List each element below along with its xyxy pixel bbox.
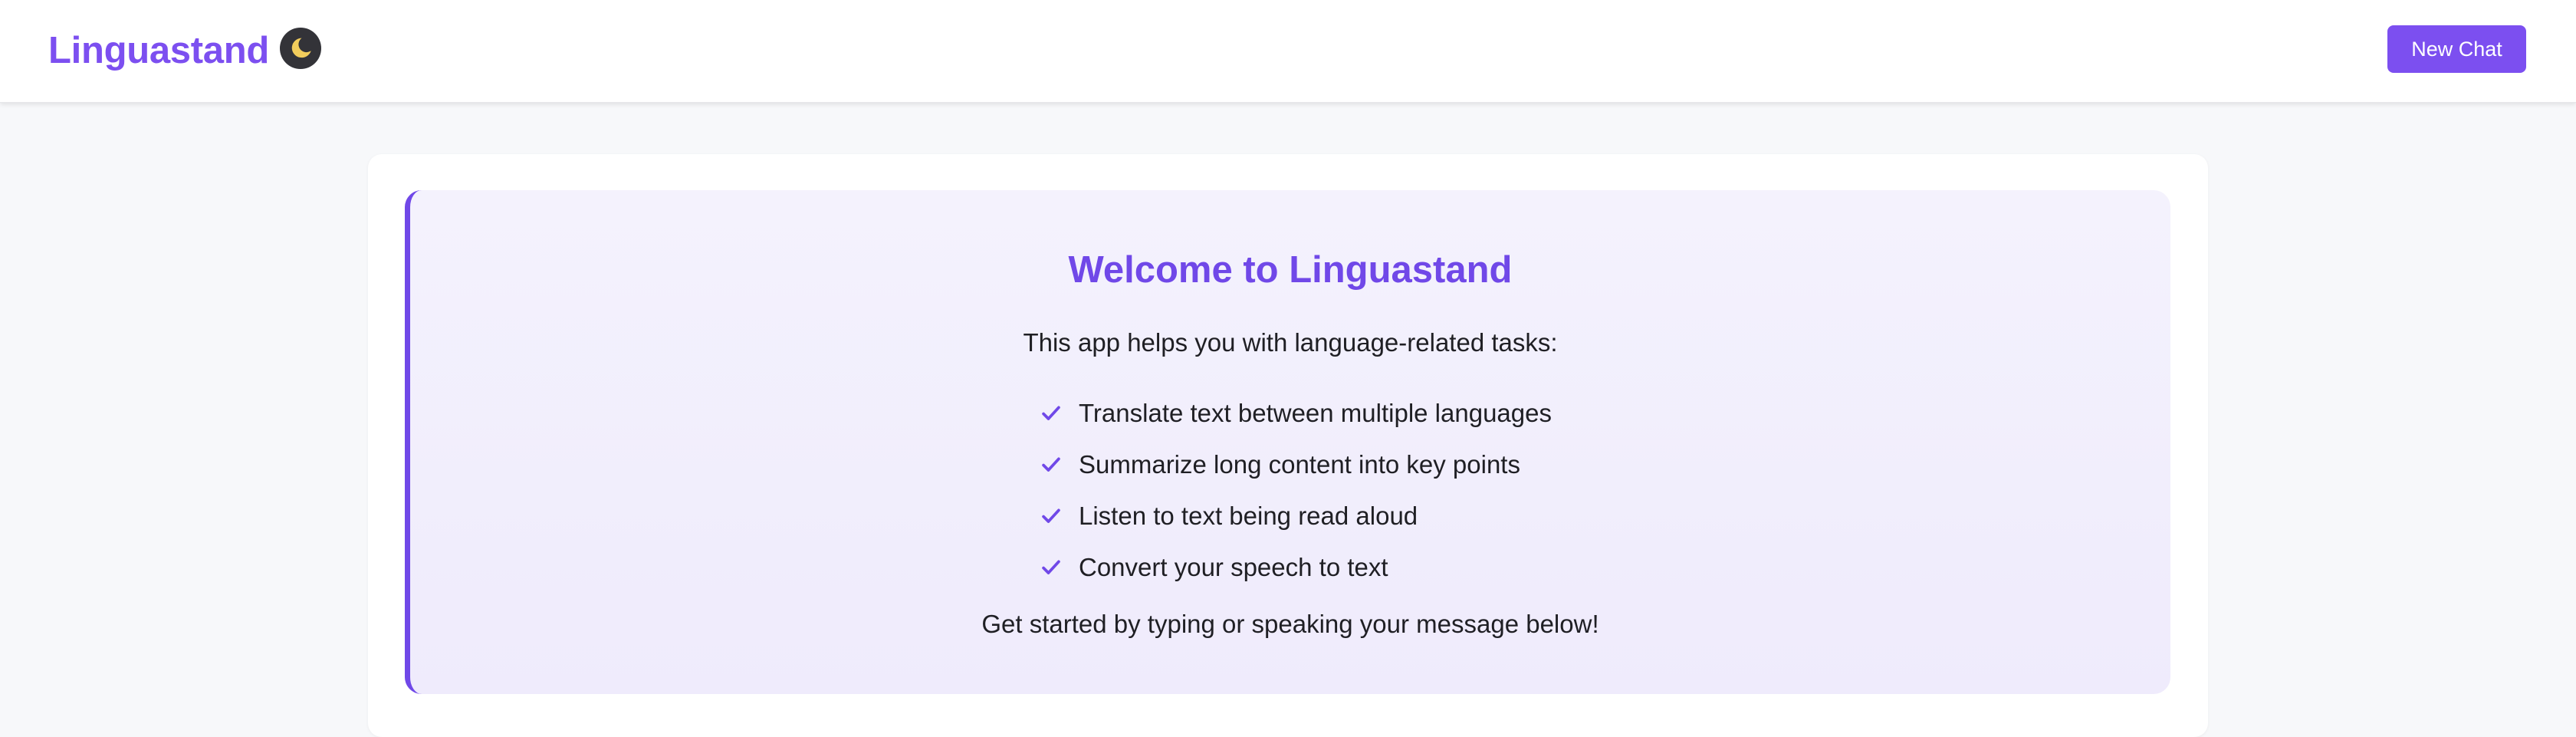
feature-item-listen: Listen to text being read aloud	[1040, 490, 1552, 541]
feature-label: Convert your speech to text	[1079, 552, 1388, 581]
welcome-outro: Get started by typing or speaking your m…	[981, 610, 1599, 638]
moon-icon	[291, 38, 311, 58]
check-icon	[1040, 505, 1062, 527]
app-header: Linguastand New Chat	[0, 0, 2576, 103]
check-icon	[1040, 557, 1062, 578]
feature-item-speech: Convert your speech to text	[1040, 541, 1552, 593]
feature-item-translate: Translate text between multiple language…	[1040, 387, 1552, 439]
new-chat-button[interactable]: New Chat	[2387, 25, 2526, 73]
app-title[interactable]: Linguastand	[48, 21, 269, 80]
feature-label: Summarize long content into key points	[1079, 449, 1520, 479]
theme-toggle-button[interactable]	[280, 28, 321, 69]
check-icon	[1040, 403, 1062, 424]
feature-label: Listen to text being read aloud	[1079, 501, 1418, 530]
welcome-panel: Welcome to Linguastand This app helps yo…	[405, 190, 2170, 694]
feature-label: Translate text between multiple language…	[1079, 398, 1552, 427]
welcome-intro: This app helps you with language-related…	[1023, 328, 1558, 357]
feature-list: Translate text between multiple language…	[1040, 387, 1552, 593]
check-icon	[1040, 454, 1062, 475]
welcome-title: Welcome to Linguastand	[1068, 249, 1513, 291]
feature-item-summarize: Summarize long content into key points	[1040, 439, 1552, 490]
